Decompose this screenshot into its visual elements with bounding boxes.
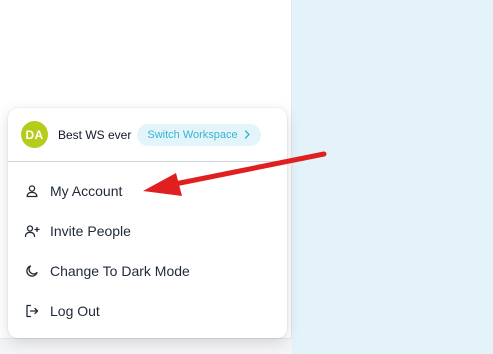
switch-workspace-button[interactable]: Switch Workspace [137,123,261,146]
account-menu: DA Best WS ever Switch Workspace My Acco… [8,108,287,338]
menu-item-my-account[interactable]: My Account [8,171,287,211]
user-icon [24,183,40,199]
logout-icon [24,303,40,319]
workspace-avatar[interactable]: DA [21,121,48,148]
menu-items: My Account Invite People Change To Dark … [8,162,287,331]
menu-item-label: Invite People [50,223,131,239]
menu-item-label: My Account [50,183,123,199]
menu-item-label: Change To Dark Mode [50,263,190,279]
workspace-name: Best WS ever [58,127,132,142]
chevron-right-icon [244,130,251,139]
user-plus-icon [24,223,40,239]
moon-icon [24,263,40,279]
menu-item-label: Log Out [50,303,100,319]
menu-item-dark-mode[interactable]: Change To Dark Mode [8,251,287,291]
menu-item-log-out[interactable]: Log Out [8,291,287,331]
workspace-header: DA Best WS ever Switch Workspace [8,108,287,162]
content-area [292,0,493,354]
switch-workspace-label: Switch Workspace [147,128,238,141]
menu-item-invite-people[interactable]: Invite People [8,211,287,251]
sidebar-footer [0,338,292,354]
